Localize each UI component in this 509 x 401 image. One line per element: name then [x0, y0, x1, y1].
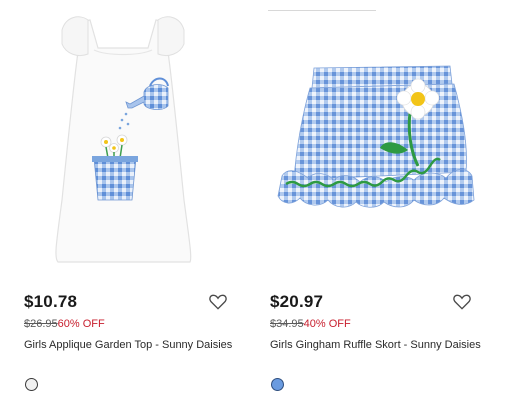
discount-label: 60% OFF: [57, 318, 105, 330]
price-details: $34.9540% OFF: [270, 318, 351, 330]
sale-price: $20.97: [270, 292, 324, 311]
discount-label: 40% OFF: [303, 318, 351, 330]
color-swatch[interactable]: [25, 378, 38, 391]
product-image[interactable]: [268, 0, 503, 280]
price-details: $26.9560% OFF: [24, 318, 105, 330]
sale-price: $10.78: [24, 292, 78, 311]
product-name[interactable]: Girls Gingham Ruffle Skort - Sunny Daisi…: [270, 338, 500, 352]
original-price: $26.95: [24, 318, 58, 330]
product-image[interactable]: [22, 0, 257, 280]
heart-outline-icon[interactable]: [208, 292, 228, 312]
heart-outline-icon[interactable]: [452, 292, 472, 312]
product-card[interactable]: $10.78 $26.9560% OFF Girls Applique Gard…: [22, 0, 257, 401]
original-price: $34.95: [270, 318, 304, 330]
product-card[interactable]: $20.97 $34.9540% OFF Girls Gingham Ruffl…: [268, 0, 503, 401]
color-swatch[interactable]: [271, 378, 284, 391]
product-name[interactable]: Girls Applique Garden Top - Sunny Daisie…: [24, 338, 254, 352]
